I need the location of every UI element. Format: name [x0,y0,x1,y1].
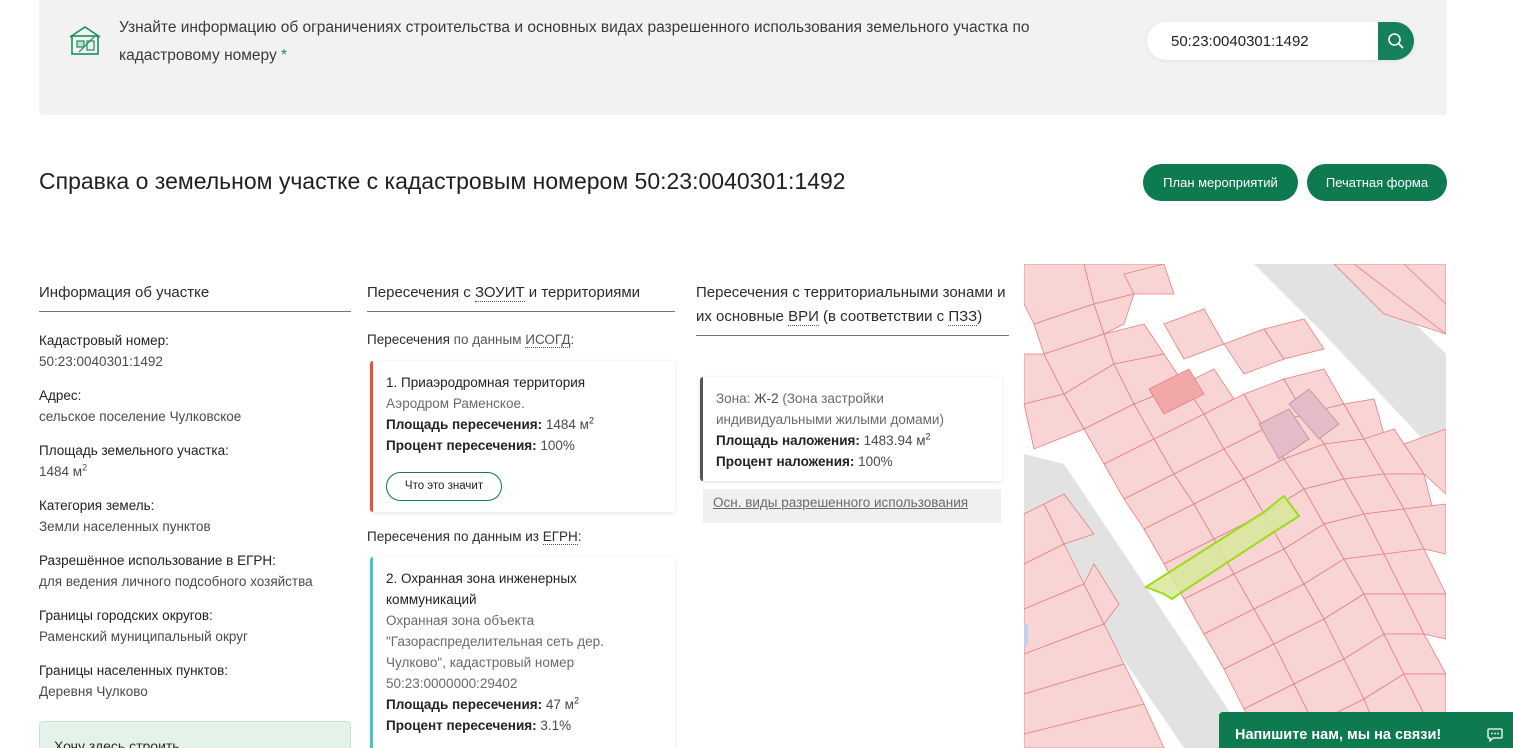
search-icon [1388,33,1404,49]
cadastral-search-input[interactable] [1147,22,1379,60]
info-item-address: Адрес: сельское поселение Чулковское [39,385,351,427]
zone-line: Зона: Ж-2 (Зона застройки индивидуальным… [716,391,944,427]
plan-button[interactable]: План мероприятий [1143,164,1298,201]
info-item-area: Площадь земельного участка: 1484 м2 [39,440,351,482]
info-value: Раменский муниципальный округ [39,629,248,644]
intersections-heading: Пересечения с ЗОУИТ и территориями [367,281,675,312]
banner-description: Узнайте информацию об ограничениях строи… [119,19,1030,64]
card-percent: Процент пересечения: 100% [386,438,575,453]
map-marker [1024,624,1028,646]
intersection-card-airfield: 1. Приаэродромная территория Аэродром Ра… [370,361,675,512]
search-banner: Узнайте информацию об ограничениях строи… [39,0,1447,115]
cadastral-map[interactable] [1024,264,1446,748]
info-heading: Информация об участке [39,281,351,312]
map-canvas[interactable] [1024,264,1446,748]
info-value: сельское поселение Чулковское [39,409,242,424]
egrn-abbr[interactable]: ЕГРН [542,529,578,545]
isogd-abbr[interactable]: ИСОГД [525,332,571,348]
card-title: 2. Охранная зона инженерных коммуникаций [386,571,577,607]
search-button[interactable] [1378,22,1414,60]
card-area: Площадь пересечения: 47 м2 [386,695,579,712]
egrn-subtitle: Пересечения по данным из ЕГРН: [367,529,582,545]
info-value: Деревня Чулково [39,684,148,699]
chat-widget[interactable]: Напишите нам, мы на связи! [1219,712,1513,748]
info-label: Разрешённое использование в ЕГРН: [39,553,276,568]
chat-label: Напишите нам, мы на связи! [1235,727,1442,743]
want-to-build-box[interactable]: Хочу здесь строить [39,721,351,748]
info-label: Площадь земельного участка: [39,443,229,458]
info-item-district: Границы городских округов: Раменский мун… [39,605,351,647]
card-percent: Процент пересечения: 3.1% [386,718,572,733]
card-area: Площадь наложения: 1483.94 м2 [716,431,931,448]
card-title: 1. Приаэродромная территория [386,375,586,390]
isogd-subtitle: Пересечения по данным ИСОГД: [367,332,575,348]
card-area: Площадь пересечения: 1484 м2 [386,415,594,432]
info-item-permitted-use: Разрешённое использование в ЕГРН: для ве… [39,550,351,592]
info-value: Земли населенных пунктов [39,519,211,534]
zouit-abbr[interactable]: ЗОУИТ [474,284,525,302]
info-value: 1484 м2 [39,462,88,479]
info-label: Категория земель: [39,498,155,513]
zone-card: Зона: Ж-2 (Зона застройки индивидуальным… [700,377,1002,481]
page-title: Справка о земельном участке с кадастровы… [39,168,846,194]
info-item-cadastral: Кадастровый номер: 50:23:0040301:1492 [39,330,351,372]
card-subtitle: Аэродром Раменское. [386,396,525,411]
intersection-card-utility-zone: 2. Охранная зона инженерных коммуникаций… [370,557,675,748]
info-list: Кадастровый номер: 50:23:0040301:1492 Ад… [39,330,351,715]
info-item-category: Категория земель: Земли населенных пункт… [39,495,351,537]
info-label: Кадастровый номер: [39,333,169,348]
what-it-means-button[interactable]: Что это значит [386,472,502,501]
card-percent: Процент наложения: 100% [716,454,893,469]
required-asterisk: * [281,47,288,64]
info-label: Границы населенных пунктов: [39,663,229,678]
permitted-use-link[interactable]: Осн. виды разрешенного использования [703,489,1001,523]
vri-abbr[interactable]: ВРИ [788,308,819,326]
print-form-button[interactable]: Печатная форма [1307,164,1447,201]
zones-heading: Пересечения с территориальными зонами и … [696,281,1009,336]
info-label: Границы городских округов: [39,608,213,623]
info-label: Адрес: [39,388,82,403]
card-subtitle: Охранная зона объекта "Газораспределител… [386,613,604,691]
chat-bubble-icon [1487,728,1503,742]
info-value: 50:23:0040301:1492 [39,354,163,369]
info-value: для ведения личного подсобного хозяйства [39,574,313,589]
pzz-abbr[interactable]: ПЗЗ [948,308,978,326]
cadastral-search [1147,22,1414,60]
house-plan-icon [69,26,101,55]
info-item-settlement: Границы населенных пунктов: Деревня Чулк… [39,660,351,702]
